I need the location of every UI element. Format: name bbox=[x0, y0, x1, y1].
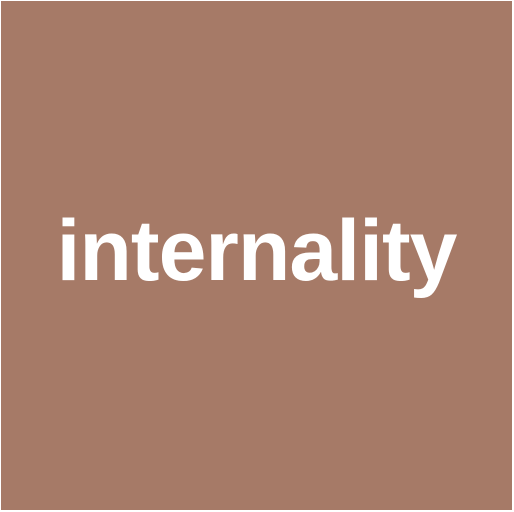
tile-word: internality bbox=[56, 202, 458, 299]
word-tile: internality bbox=[1, 1, 512, 510]
